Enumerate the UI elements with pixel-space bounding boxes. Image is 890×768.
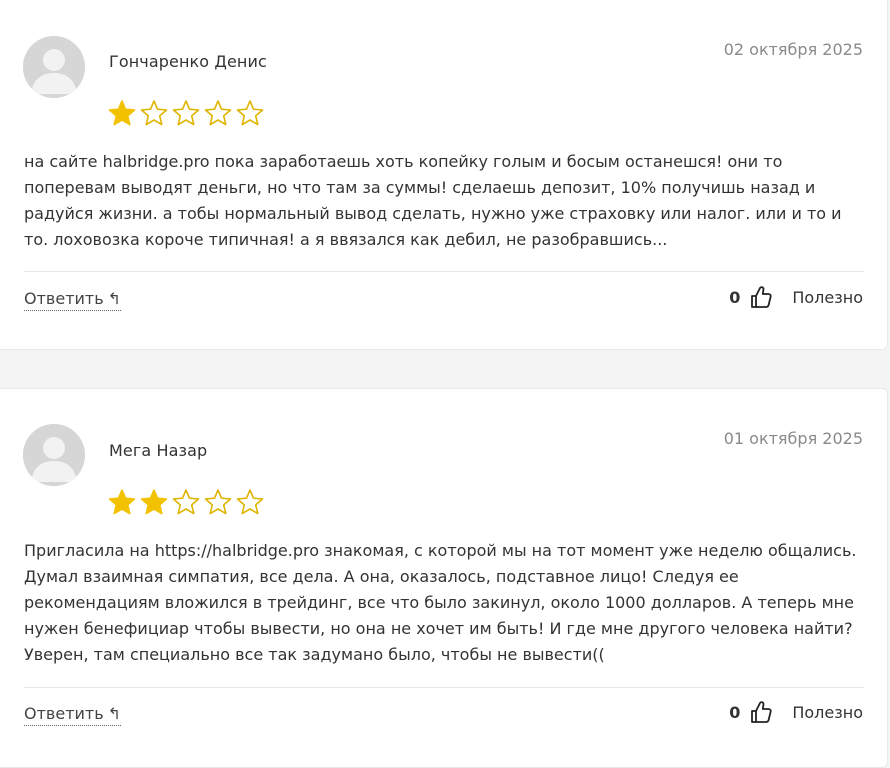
review-card: Гончаренко Денис 02 октября 2025 на сайт… (0, 0, 888, 350)
review-card: Мега Назар 01 октября 2025 Пригласила на… (0, 388, 888, 768)
reply-link[interactable]: Ответить ↰ (24, 289, 122, 311)
star-empty-icon (236, 489, 264, 515)
star-filled-icon (108, 100, 136, 126)
reply-label: Ответить (24, 289, 104, 308)
review-text: на сайте halbridge.pro пока заработаешь … (24, 152, 842, 249)
review-date: 01 октября 2025 (723, 429, 863, 448)
helpful-count: 0 (729, 287, 741, 307)
thumbs-up-icon[interactable] (750, 285, 772, 309)
star-empty-icon (204, 100, 232, 126)
user-silhouette-icon (23, 36, 85, 98)
review-text: Пригласила на https://halbridge.pro знак… (24, 541, 857, 664)
reply-link[interactable]: Ответить ↰ (24, 704, 122, 726)
review-date: 02 октября 2025 (723, 40, 863, 59)
reply-arrow-icon: ↰ (107, 704, 122, 723)
helpful-block: 0 Полезно (729, 700, 863, 724)
reply-label: Ответить (24, 704, 104, 723)
review-author: Гончаренко Денис (109, 52, 267, 71)
star-rating (108, 488, 264, 516)
star-filled-icon (140, 489, 168, 515)
user-silhouette-icon (23, 424, 85, 486)
divider (24, 271, 864, 272)
avatar (23, 36, 85, 98)
star-empty-icon (236, 100, 264, 126)
thumbs-up-icon[interactable] (750, 700, 772, 724)
star-rating (108, 99, 264, 127)
helpful-button[interactable]: Полезно (792, 703, 863, 722)
star-empty-icon (172, 100, 200, 126)
star-empty-icon (204, 489, 232, 515)
divider (24, 687, 864, 688)
star-empty-icon (172, 489, 200, 515)
star-empty-icon (140, 100, 168, 126)
review-author: Мега Назар (109, 441, 208, 460)
helpful-button[interactable]: Полезно (792, 288, 863, 307)
helpful-block: 0 Полезно (729, 285, 863, 309)
helpful-count: 0 (729, 702, 741, 722)
reply-arrow-icon: ↰ (107, 289, 122, 308)
avatar (23, 424, 85, 486)
star-filled-icon (108, 489, 136, 515)
